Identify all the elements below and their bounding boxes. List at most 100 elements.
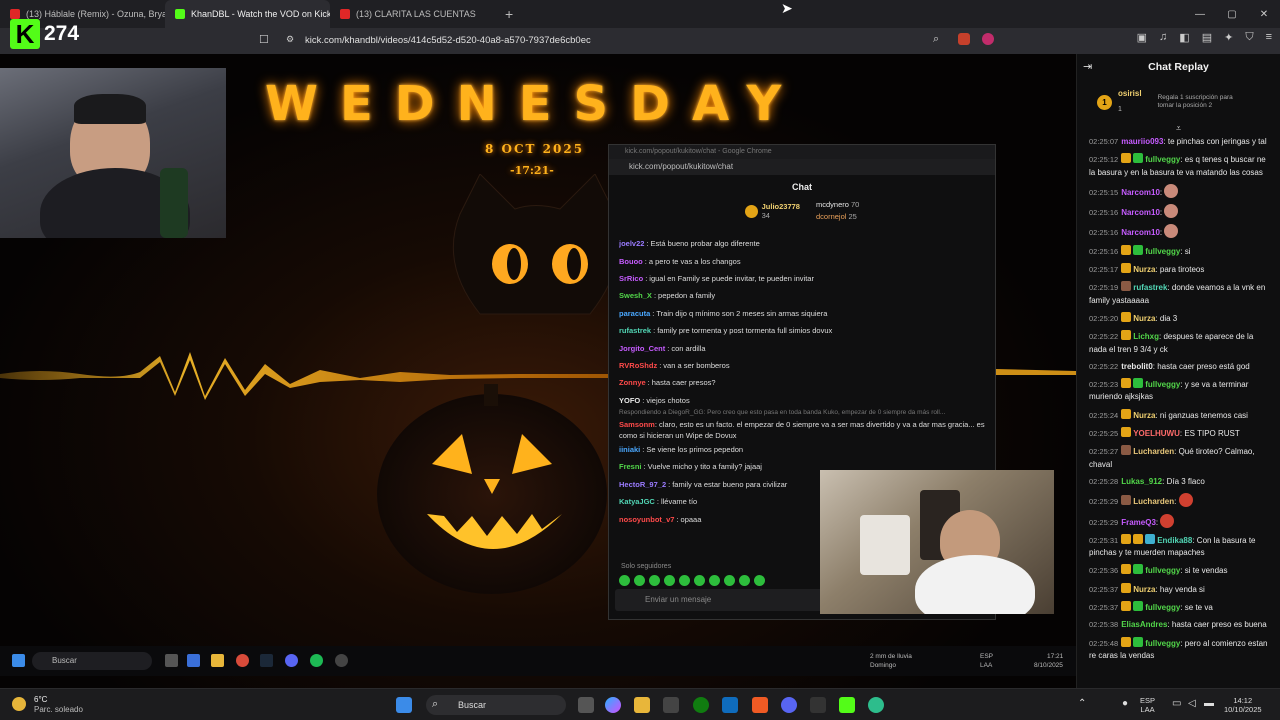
chat-username[interactable]: Nurza bbox=[1133, 314, 1155, 323]
chat-username[interactable]: Narcom10 bbox=[1121, 208, 1160, 217]
network-icon[interactable]: ▭ bbox=[1172, 699, 1181, 709]
chat-username[interactable]: Narcom10 bbox=[1121, 188, 1160, 197]
chat-username[interactable]: Narcom10 bbox=[1121, 228, 1160, 237]
emote-icon[interactable] bbox=[649, 575, 660, 586]
tab-kick-vod[interactable]: KhanDBL - Watch the VOD on Kick ✕ bbox=[165, 0, 330, 28]
emote-icon[interactable] bbox=[679, 575, 690, 586]
app-icon[interactable] bbox=[810, 697, 826, 713]
chat-username[interactable]: Swesh_X bbox=[619, 291, 652, 300]
volume-icon[interactable]: ◁ bbox=[1188, 699, 1196, 709]
user-badge-icon bbox=[1121, 427, 1132, 438]
chat-username[interactable]: Fresni bbox=[619, 462, 642, 471]
chat-username[interactable]: Lucharden bbox=[1133, 497, 1174, 506]
chat-username[interactable]: iiniaki bbox=[619, 445, 640, 454]
chat-username[interactable]: Nurza bbox=[1133, 585, 1155, 594]
chat-username[interactable]: HectoR_97_2 bbox=[619, 480, 666, 489]
chat-username[interactable]: fullveggy bbox=[1145, 566, 1180, 575]
emote-icon[interactable] bbox=[709, 575, 720, 586]
chat-username[interactable]: Samsonm bbox=[619, 420, 655, 429]
minimize-button[interactable]: — bbox=[1184, 0, 1216, 28]
tray-chevron-icon[interactable]: ⌃ bbox=[1078, 699, 1086, 709]
collapse-chat-icon[interactable]: ⇥ bbox=[1083, 60, 1092, 73]
chat-username[interactable]: mauriio093 bbox=[1121, 137, 1163, 146]
taskbar-search[interactable]: Buscar bbox=[426, 695, 566, 715]
chat-username[interactable]: fullveggy bbox=[1145, 155, 1180, 164]
chat-username[interactable]: KatyaJGC bbox=[619, 497, 655, 506]
music-icon[interactable]: ♫ bbox=[1159, 31, 1167, 44]
discord-icon[interactable] bbox=[781, 697, 797, 713]
site-info-icon[interactable]: ⚙ bbox=[286, 34, 294, 45]
chat-username[interactable]: rufastrek bbox=[1133, 283, 1167, 292]
url-field[interactable]: kick.com/khandbl/videos/414c5d52-d520-40… bbox=[305, 35, 591, 46]
folder-icon bbox=[211, 654, 224, 667]
emote-icon[interactable] bbox=[619, 575, 630, 586]
bookmark-icon[interactable]: ☐ bbox=[259, 33, 269, 46]
emote-icon[interactable] bbox=[694, 575, 705, 586]
emote-icon[interactable] bbox=[664, 575, 675, 586]
chat-username[interactable]: YOELHUWU bbox=[1133, 429, 1180, 438]
chat-username[interactable]: Lichxg bbox=[1133, 332, 1159, 341]
xbox-icon[interactable] bbox=[693, 697, 709, 713]
copilot-icon[interactable] bbox=[605, 697, 621, 713]
scroll-chevron-icon[interactable]: ⩡ bbox=[1077, 124, 1280, 134]
start-button[interactable] bbox=[396, 697, 412, 713]
chat-username[interactable]: nosoyunbot_v7 bbox=[619, 515, 674, 524]
menu-icon[interactable]: ≡ bbox=[1266, 31, 1272, 44]
video-player[interactable]: WEDNESDAY 8 OCT 2025 -17:21- kick.com/po… bbox=[0, 54, 1076, 720]
chat-username[interactable]: Bouoo bbox=[619, 257, 643, 266]
chat-username[interactable]: EliasAndres bbox=[1121, 620, 1167, 629]
emote-icon[interactable] bbox=[724, 575, 735, 586]
screenshot-icon[interactable]: ▣ bbox=[1137, 31, 1147, 44]
maximize-button[interactable]: ▢ bbox=[1216, 0, 1248, 28]
clock[interactable]: 14:12 10/10/2025 bbox=[1224, 696, 1262, 714]
chat-username[interactable]: Zonnye bbox=[619, 378, 646, 387]
emote-icon[interactable] bbox=[634, 575, 645, 586]
weather-widget[interactable]: 6°C Parc. soleado bbox=[34, 695, 83, 715]
sidebar-icon[interactable]: ◧ bbox=[1179, 31, 1189, 44]
chat-username[interactable]: RVRoShdz bbox=[619, 361, 657, 370]
chat-username[interactable]: joelv22 bbox=[619, 239, 644, 248]
brave-shield-icon[interactable] bbox=[958, 33, 970, 45]
popup-chat-input[interactable]: Enviar un mensaje bbox=[615, 589, 827, 611]
chat-username[interactable]: YOFO bbox=[619, 396, 640, 405]
chat-username[interactable]: Nurza bbox=[1133, 411, 1155, 420]
chat-username[interactable]: fullveggy bbox=[1145, 639, 1180, 648]
inner-time: 17:21 bbox=[1047, 653, 1064, 660]
chat-username[interactable]: trebolit0 bbox=[1121, 362, 1153, 371]
kick-app-icon[interactable] bbox=[839, 697, 855, 713]
brave-icon[interactable] bbox=[752, 697, 768, 713]
emote-icon[interactable] bbox=[754, 575, 765, 586]
chat-username[interactable]: Lukas_912 bbox=[1121, 477, 1162, 486]
chat-username[interactable]: Endika88 bbox=[1157, 536, 1192, 545]
chat-username[interactable]: paracuta bbox=[619, 309, 650, 318]
rewards-icon[interactable] bbox=[982, 33, 994, 45]
store-icon[interactable] bbox=[663, 697, 679, 713]
file-explorer-icon[interactable] bbox=[634, 697, 650, 713]
chat-username[interactable]: Lucharden bbox=[1133, 447, 1174, 456]
chat-message: 02:25:38 EliasAndres: hasta caer preso es… bbox=[1077, 617, 1280, 634]
close-window-button[interactable]: ✕ bbox=[1248, 0, 1280, 28]
chat-username[interactable]: fullveggy bbox=[1145, 247, 1180, 256]
chat-username[interactable]: Nurza bbox=[1133, 265, 1155, 274]
mic-icon[interactable]: ● bbox=[1122, 699, 1128, 709]
leo-icon[interactable]: ✦ bbox=[1224, 31, 1233, 44]
chat-username[interactable]: SrRico bbox=[619, 274, 643, 283]
chat-username[interactable]: FrameQ3 bbox=[1121, 518, 1156, 527]
wallet-icon[interactable]: ▤ bbox=[1202, 31, 1212, 44]
search-icon[interactable]: ⌕ bbox=[933, 33, 939, 46]
outlook-icon[interactable] bbox=[722, 697, 738, 713]
emote-icon[interactable] bbox=[739, 575, 750, 586]
chat-username[interactable]: Jorgito_Cent bbox=[619, 344, 665, 353]
separator: : bbox=[653, 326, 656, 336]
chat-username[interactable]: fullveggy bbox=[1145, 603, 1180, 612]
language-indicator[interactable]: ESP LAA bbox=[1140, 696, 1155, 714]
task-view-icon[interactable] bbox=[578, 697, 594, 713]
chat-username[interactable]: rufastrek bbox=[619, 326, 651, 335]
battery-icon[interactable]: ▬ bbox=[1204, 699, 1214, 709]
gift-sub-cta[interactable]: Regala 1 suscripción para tomar la posic… bbox=[1158, 94, 1248, 110]
tab-youtube-clarita[interactable]: (13) CLARITA LAS CUENTAS bbox=[330, 0, 495, 28]
app-icon[interactable] bbox=[868, 697, 884, 713]
chat-username[interactable]: fullveggy bbox=[1145, 380, 1180, 389]
new-tab-button[interactable]: + bbox=[495, 6, 523, 22]
vpn-icon[interactable]: ⛉ bbox=[1245, 31, 1253, 44]
